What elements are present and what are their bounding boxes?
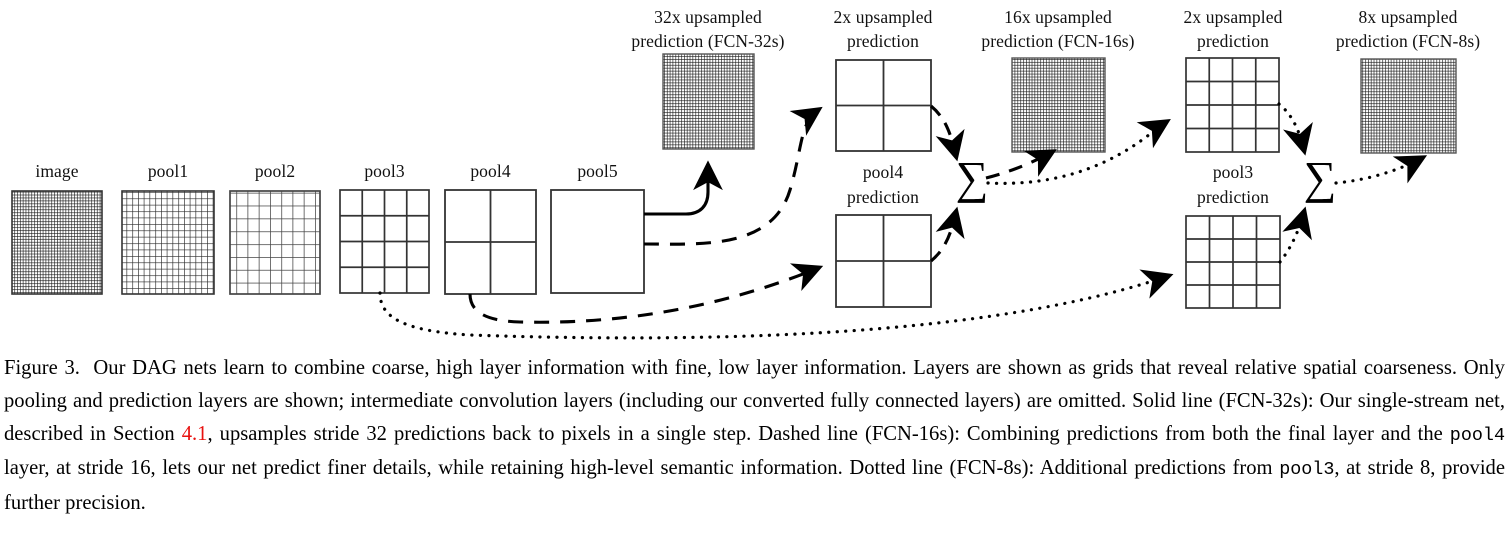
label-16x-upsampled-line2: prediction (FCN-16s)	[981, 31, 1135, 51]
caption-mono-pool3: pool3	[1279, 459, 1335, 481]
sum-symbol-1: ∑	[955, 152, 989, 203]
grid-pool3	[339, 189, 430, 294]
caption-figure-number: Figure 3.	[4, 357, 80, 379]
grid-2x-upsampled-a	[835, 59, 932, 152]
caption-text-3: layer, at stride 16, lets our net predic…	[4, 457, 1280, 480]
label-pool3-prediction-line2: prediction	[1197, 187, 1269, 207]
label-pool3: pool3	[364, 161, 405, 181]
label-8x-upsampled-line1: 8x upsampled	[1358, 7, 1458, 27]
figure-caption: Figure 3. Our DAG nets learn to combine …	[4, 352, 1505, 520]
label-32x-upsampled-line2: prediction (FCN-32s)	[631, 31, 785, 51]
label-pool5: pool5	[577, 161, 618, 181]
label-32x-upsampled-line1: 32x upsampled	[654, 7, 762, 27]
label-pool1: pool1	[147, 161, 189, 181]
figure-diagram: image pool1 pool2 pool3 pool4 pool5 32x …	[0, 0, 1509, 345]
sum-symbol-2: ∑	[1303, 152, 1337, 203]
grid-32x-upsampled	[662, 53, 755, 150]
caption-text-2: , upsamples stride 32 predictions back t…	[207, 422, 1450, 445]
label-image: image	[35, 161, 79, 181]
grid-pool2	[229, 190, 321, 295]
caption-mono-pool4: pool4	[1449, 424, 1505, 446]
grid-8x-upsampled	[1360, 58, 1457, 154]
label-pool3-prediction-line1: pool3	[1212, 162, 1254, 182]
grid-16x-upsampled	[1011, 57, 1106, 153]
grid-pool4	[444, 189, 537, 295]
grid-2x-upsampled-b	[1185, 57, 1280, 153]
grid-pool3-prediction	[1185, 215, 1281, 309]
edge-dashed-sum1-to-16x	[985, 149, 1057, 180]
label-8x-upsampled-line2: prediction (FCN-8s)	[1335, 31, 1481, 51]
label-2x-upsampled-b-line2: prediction	[1197, 31, 1269, 51]
edge-dotted-2x-b-to-sum2	[1277, 102, 1313, 156]
label-pool4-prediction-line2: prediction	[847, 187, 919, 207]
label-pool4-prediction-line1: pool4	[862, 162, 904, 182]
label-2x-upsampled-a-line1: 2x upsampled	[833, 7, 933, 27]
grid-pool5	[550, 189, 645, 294]
grid-pool1	[121, 190, 215, 295]
label-2x-upsampled-a-line2: prediction	[847, 31, 919, 51]
edge-dashed-pool4pred-to-sum1	[929, 206, 965, 263]
label-pool4: pool4	[470, 161, 511, 181]
grid-pool4-prediction	[835, 214, 932, 308]
caption-section-ref[interactable]: 4.1	[182, 423, 208, 445]
edge-solid-fcn32s	[644, 160, 723, 216]
edge-dashed-2x-to-sum1	[929, 104, 965, 162]
edge-dotted-sum2-to-8x	[1334, 155, 1428, 185]
grid-image	[11, 190, 103, 295]
label-2x-upsampled-b-line1: 2x upsampled	[1183, 7, 1283, 27]
edge-dotted-pool3pred-to-sum2	[1278, 206, 1312, 264]
label-pool2: pool2	[254, 161, 296, 181]
label-16x-upsampled-line1: 16x upsampled	[1004, 7, 1112, 27]
